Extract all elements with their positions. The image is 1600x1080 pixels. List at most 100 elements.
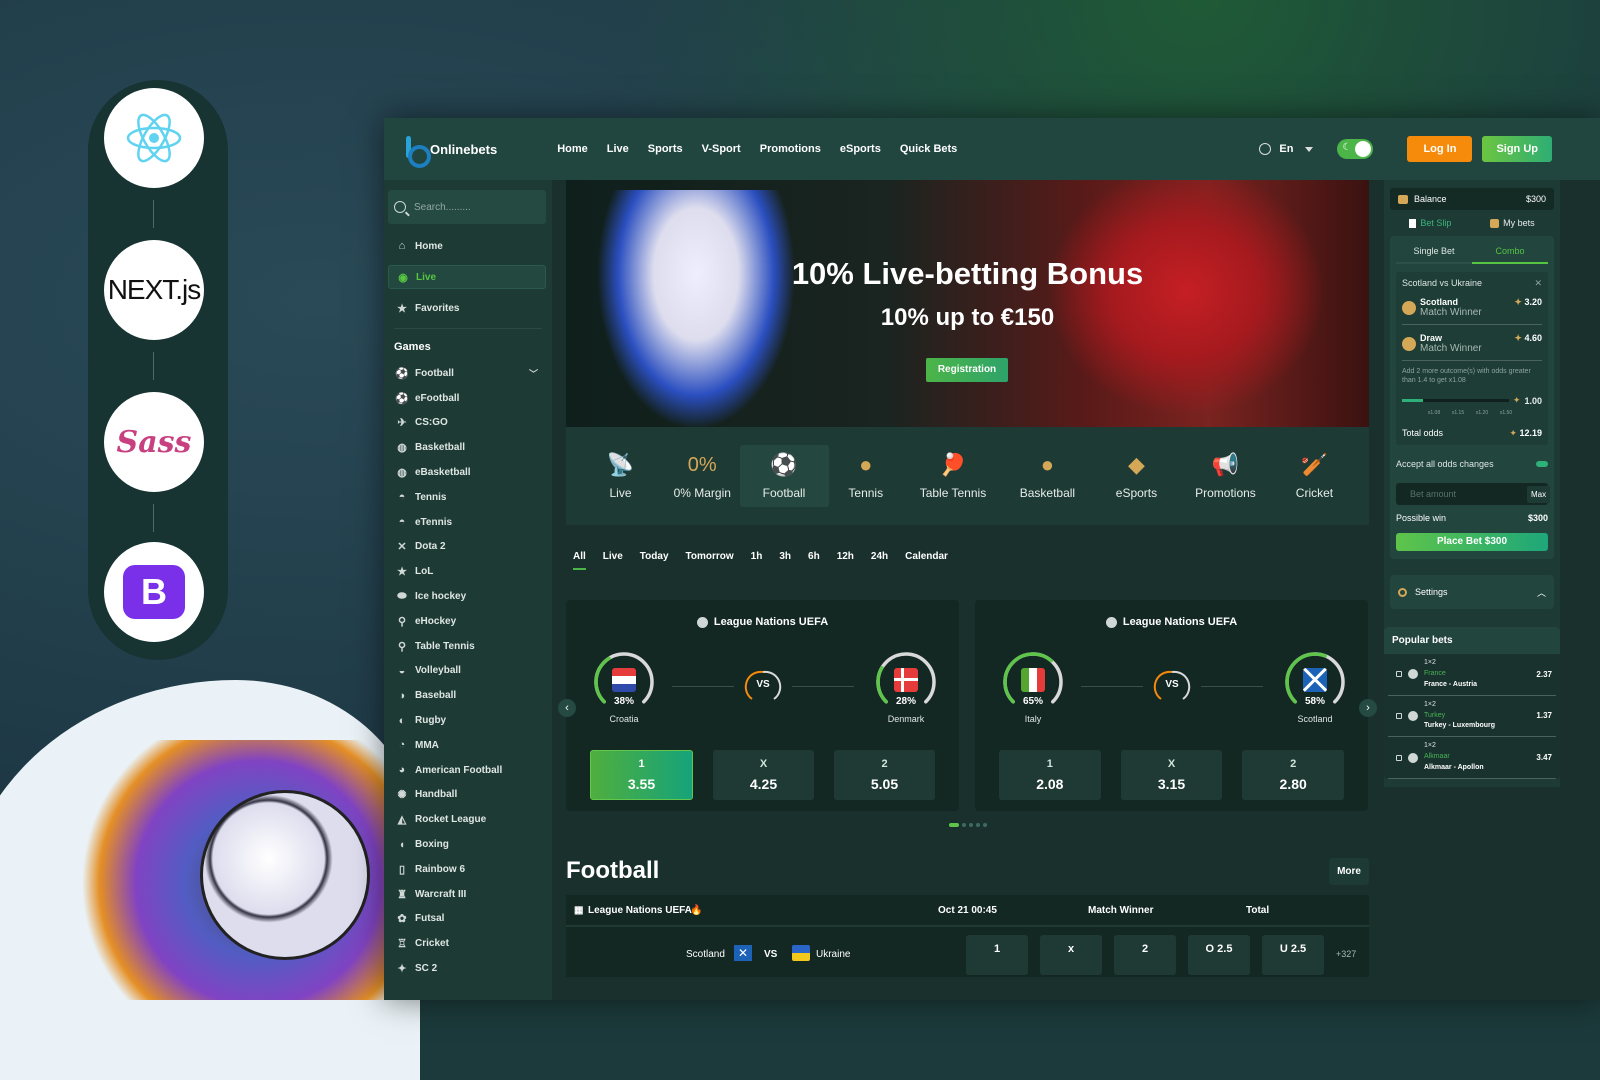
- odds-button[interactable]: X 4.25: [713, 750, 814, 800]
- tab-single-bet[interactable]: Single Bet: [1396, 242, 1472, 262]
- odds-button[interactable]: X 3.15: [1120, 750, 1223, 800]
- bet-amount-input[interactable]: [1410, 489, 1527, 500]
- category-0-margin[interactable]: 0% 0% Margin: [665, 445, 739, 507]
- category-cricket[interactable]: 🏏 Cricket: [1270, 445, 1359, 507]
- table-row[interactable]: Scotland ✕ VS Ukraine +327 1x2 O 2.5 U 2.5: [566, 927, 1369, 977]
- category-football[interactable]: ⚽ Football: [739, 445, 829, 507]
- sidebar-item-cricket[interactable]: ♖ Cricket: [388, 931, 546, 956]
- filter-calendar[interactable]: Calendar: [905, 551, 948, 570]
- checkbox[interactable]: [1396, 754, 1402, 761]
- category-esports[interactable]: ◆ eSports: [1092, 445, 1181, 507]
- lol-icon: ★: [397, 566, 407, 579]
- checkbox[interactable]: [1396, 671, 1402, 678]
- category-tennis[interactable]: ● Tennis: [829, 445, 903, 507]
- sidebar-item-rocket-league[interactable]: ◭ Rocket League: [388, 807, 546, 832]
- pagination-dot[interactable]: [982, 823, 987, 827]
- filter-all[interactable]: All: [573, 551, 586, 570]
- max-button[interactable]: Max: [1527, 485, 1551, 503]
- sidebar-item-american-football[interactable]: ◕ American Football: [388, 758, 546, 783]
- more-markets-count[interactable]: +327: [1336, 949, 1356, 959]
- sidebar-item-rainbow-6[interactable]: ▯ Rainbow 6: [388, 857, 546, 882]
- filter-tomorrow[interactable]: Tomorrow: [686, 551, 734, 570]
- carousel-next-button[interactable]: ›: [1359, 699, 1377, 717]
- sidebar-item-live[interactable]: ◉ Live: [388, 265, 546, 289]
- popular-bet-item[interactable]: 1×2 Alkmaar Alkmaar - Apollon 3.47: [1388, 737, 1556, 779]
- sidebar-item-rugby[interactable]: ◐ Rugby: [388, 708, 546, 733]
- sidebar-item-table-tennis[interactable]: ⚲ Table Tennis: [388, 634, 546, 659]
- odds-cell[interactable]: x: [1040, 935, 1102, 975]
- pagination-dot[interactable]: [975, 823, 980, 827]
- filter-today[interactable]: Today: [640, 551, 669, 570]
- sidebar-item-efootball[interactable]: ⚽ eFootball: [388, 386, 546, 411]
- nav-live[interactable]: Live: [607, 143, 629, 155]
- sidebar-item-futsal[interactable]: ✿ Futsal: [388, 907, 546, 932]
- filter-24h[interactable]: 24h: [871, 551, 888, 570]
- nav-sports[interactable]: Sports: [648, 143, 683, 155]
- sidebar-item-cs-go[interactable]: ✈ CS:GO: [388, 411, 546, 436]
- pagination-dot[interactable]: [948, 823, 959, 827]
- odds-cell[interactable]: 2: [1114, 935, 1176, 975]
- sidebar-item-ebasketball[interactable]: ◍ eBasketball: [388, 460, 546, 485]
- sidebar-item-home[interactable]: ⌂ Home: [388, 234, 546, 258]
- odds-cell[interactable]: U 2.5: [1262, 935, 1324, 975]
- search-input[interactable]: [414, 201, 534, 213]
- sidebar-item-favorites[interactable]: ★ Favorites: [388, 296, 546, 320]
- pagination-dot[interactable]: [968, 823, 973, 827]
- nav-v-sport[interactable]: V-Sport: [702, 143, 741, 155]
- tab-combo[interactable]: Combo: [1472, 242, 1548, 264]
- category-table-tennis[interactable]: 🏓 Table Tennis: [903, 445, 1003, 507]
- tab-my-bets[interactable]: My bets: [1490, 218, 1535, 228]
- language-selector[interactable]: En: [1259, 143, 1314, 155]
- sidebar-item-mma[interactable]: ◔ MMA: [388, 733, 546, 758]
- sidebar-item-basketball[interactable]: ◍ Basketball: [388, 435, 546, 460]
- filter-1h[interactable]: 1h: [751, 551, 763, 570]
- nav-esports[interactable]: eSports: [840, 143, 881, 155]
- sidebar-item-handball[interactable]: ✺ Handball: [388, 783, 546, 808]
- checkbox[interactable]: [1396, 712, 1402, 719]
- category-live[interactable]: 📡 Live: [576, 445, 665, 507]
- accept-odds-toggle[interactable]: [1536, 461, 1548, 468]
- nav-promotions[interactable]: Promotions: [760, 143, 821, 155]
- sidebar-item-warcraft-iii[interactable]: ♜ Warcraft III: [388, 882, 546, 907]
- nav-quick-bets[interactable]: Quick Bets: [900, 143, 957, 155]
- popular-bet-item[interactable]: 1×2 France France - Austria 2.37: [1388, 654, 1556, 696]
- sidebar-item-ice-hockey[interactable]: ⬬ Ice hockey: [388, 584, 546, 609]
- tab-bet-slip[interactable]: Bet Slip: [1409, 218, 1451, 228]
- sidebar-item-lol[interactable]: ★ LoL: [388, 559, 546, 584]
- sidebar-item-tennis[interactable]: ◓ Tennis: [388, 485, 546, 510]
- odds-button[interactable]: 1 3.55: [590, 750, 693, 800]
- settings-accordion[interactable]: Settings ︿: [1390, 575, 1554, 610]
- filter-3h[interactable]: 3h: [779, 551, 791, 570]
- odds-cell[interactable]: O 2.5: [1188, 935, 1250, 975]
- sidebar-item-football[interactable]: ⚽ Football ﹀: [388, 361, 546, 386]
- close-icon[interactable]: ✕: [1534, 278, 1542, 289]
- sidebar-item-sc-2[interactable]: ✦ SC 2: [388, 956, 546, 981]
- sidebar-item-boxing[interactable]: ◖ Boxing: [388, 832, 546, 857]
- sidebar-item-ehockey[interactable]: ⚲ eHockey: [388, 609, 546, 634]
- odds-cell[interactable]: 1: [966, 935, 1028, 975]
- login-button[interactable]: Log In: [1407, 136, 1473, 162]
- odds-button[interactable]: 2 5.05: [834, 750, 935, 800]
- registration-button[interactable]: Registration: [926, 358, 1008, 382]
- place-bet-button[interactable]: Place Bet $300: [1396, 533, 1548, 552]
- sidebar-item-dota-2[interactable]: ✕ Dota 2: [388, 535, 546, 560]
- carousel-prev-button[interactable]: ‹: [558, 699, 576, 717]
- more-button[interactable]: More: [1329, 857, 1369, 885]
- filter-6h[interactable]: 6h: [808, 551, 820, 570]
- sidebar-item-volleyball[interactable]: ◒ Volleyball: [388, 659, 546, 684]
- pagination-dot[interactable]: [961, 823, 966, 827]
- nav-home[interactable]: Home: [557, 143, 588, 155]
- sidebar-item-etennis[interactable]: ◓ eTennis: [388, 510, 546, 535]
- brand-logo[interactable]: Onlinebets: [406, 136, 497, 168]
- filter-live[interactable]: Live: [603, 551, 623, 570]
- category-promotions[interactable]: 📢 Promotions: [1181, 445, 1270, 507]
- odds-button[interactable]: 1 2.08: [999, 750, 1101, 800]
- boost-label: x1.08: [1427, 410, 1441, 417]
- sidebar-item-baseball[interactable]: ◑ Baseball: [388, 683, 546, 708]
- popular-bet-item[interactable]: 1×2 Turkey Turkey - Luxembourg 1.37: [1388, 696, 1556, 738]
- dark-mode-toggle[interactable]: ☾: [1337, 139, 1374, 159]
- odds-button[interactable]: 2 2.80: [1242, 750, 1345, 800]
- filter-12h[interactable]: 12h: [837, 551, 854, 570]
- category-basketball[interactable]: ● Basketball: [1003, 445, 1092, 507]
- signup-button[interactable]: Sign Up: [1482, 136, 1552, 162]
